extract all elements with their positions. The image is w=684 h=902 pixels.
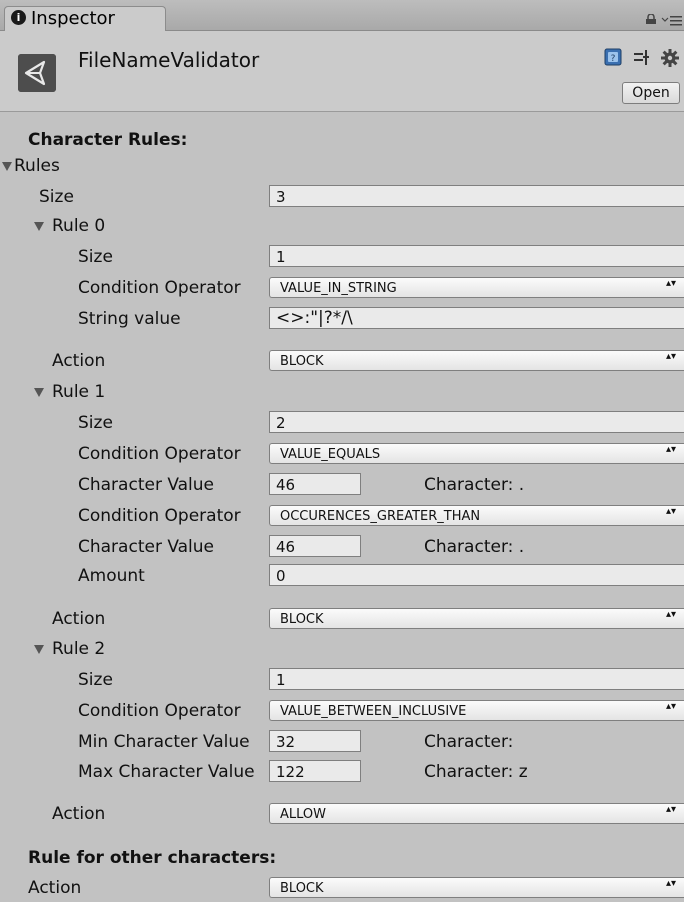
dropdown-arrow-icon: ▴▾ [665,609,676,620]
rule1-condition1-label: Condition Operator [78,444,241,464]
foldout-arrow-icon[interactable] [34,222,44,231]
rule2-max-info: Character: z [424,762,528,782]
unity-script-icon [18,54,56,92]
rule2-size-field[interactable]: 1 [269,668,684,690]
preset-icon[interactable] [632,48,650,66]
inspector-tab-bar: i Inspector [0,0,684,31]
rule2-max-field[interactable]: 122 [269,760,361,782]
info-icon: i [11,10,26,25]
dropdown-arrow-icon: ▴▾ [665,878,676,889]
foldout-arrow-icon[interactable] [34,388,44,397]
open-button[interactable]: Open [622,82,680,104]
dropdown-arrow-icon: ▴▾ [665,444,676,455]
other-action-label: Action [28,878,82,898]
rule1-amount-field[interactable]: 0 [269,564,684,586]
rule1-size-label: Size [78,413,113,433]
rule2-min-field[interactable]: 32 [269,730,361,752]
dropdown-value: BLOCK [280,612,324,627]
rule1-condition2-dropdown[interactable]: OCCURENCES_GREATER_THAN ▴▾ [269,505,684,526]
foldout-arrow-icon[interactable] [2,162,12,171]
rule2-condition-dropdown[interactable]: VALUE_BETWEEN_INCLUSIVE ▴▾ [269,700,684,721]
component-name: FileNameValidator [78,48,260,72]
dropdown-value: VALUE_EQUALS [280,447,381,462]
rule1-foldout[interactable]: Rule 1 [52,382,105,402]
rules-size-label: Size [39,187,74,207]
svg-text:?: ? [611,54,616,64]
rules-foldout[interactable]: Rules [14,156,60,176]
dropdown-arrow-icon: ▴▾ [665,804,676,815]
rule2-foldout[interactable]: Rule 2 [52,639,105,659]
lock-icon[interactable] [645,14,657,24]
section-heading-character-rules: Character Rules: [28,130,188,150]
rule1-action-dropdown[interactable]: BLOCK ▴▾ [269,608,684,629]
rule1-charvalue1-field[interactable]: 46 [269,473,361,495]
component-header: FileNameValidator ? Open [0,31,684,112]
rule1-char1-info: Character: . [424,475,525,495]
section-heading-other-rule: Rule for other characters: [28,848,277,868]
rules-size-field[interactable]: 3 [269,185,684,207]
rule1-charvalue2-label: Character Value [78,537,215,557]
rule0-string-field[interactable]: <>:"|?*/\ [269,307,684,329]
rule0-action-label: Action [52,351,106,371]
rule1-char2-info: Character: . [424,537,525,557]
dropdown-value: BLOCK [280,354,324,369]
rule1-charvalue2-field[interactable]: 46 [269,535,361,557]
dropdown-arrow-icon: ▴▾ [665,351,676,362]
dropdown-value: ALLOW [280,807,327,822]
rule0-size-field[interactable]: 1 [269,245,684,267]
rule2-min-label: Min Character Value [78,732,250,752]
rule0-action-dropdown[interactable]: BLOCK ▴▾ [269,350,684,371]
rule1-action-label: Action [52,609,106,629]
rule0-foldout[interactable]: Rule 0 [52,216,105,236]
dropdown-value: OCCURENCES_GREATER_THAN [280,509,481,524]
dropdown-arrow-icon: ▴▾ [665,506,676,517]
dropdown-arrow-icon: ▴▾ [665,278,676,289]
rule1-condition1-dropdown[interactable]: VALUE_EQUALS ▴▾ [269,443,684,464]
dropdown-arrow-icon: ▴▾ [665,701,676,712]
rule2-max-label: Max Character Value [78,762,255,782]
rule2-size-label: Size [78,670,113,690]
rule1-size-field[interactable]: 2 [269,411,684,433]
rule1-amount-label: Amount [78,566,145,586]
dropdown-value: VALUE_BETWEEN_INCLUSIVE [280,704,467,719]
rule2-min-info: Character: [424,732,514,752]
foldout-arrow-icon[interactable] [34,645,44,654]
other-action-dropdown[interactable]: BLOCK ▴▾ [269,877,684,898]
rule0-string-label: String value [78,309,181,329]
rule1-condition2-label: Condition Operator [78,506,241,526]
dropdown-value: VALUE_IN_STRING [280,281,397,296]
dropdown-value: BLOCK [280,881,324,896]
rule0-condition-label: Condition Operator [78,278,241,298]
rule2-action-dropdown[interactable]: ALLOW ▴▾ [269,803,684,824]
help-icon[interactable]: ? [604,48,622,66]
rule0-size-label: Size [78,247,113,267]
rule1-charvalue1-label: Character Value [78,475,215,495]
tab-menu-icon[interactable] [661,14,683,26]
rule2-action-label: Action [52,804,106,824]
tab-inspector[interactable]: i Inspector [4,6,166,31]
gear-icon[interactable] [660,48,680,68]
tab-label: Inspector [31,8,115,29]
rule2-condition-label: Condition Operator [78,701,241,721]
rule0-condition-dropdown[interactable]: VALUE_IN_STRING ▴▾ [269,277,684,298]
